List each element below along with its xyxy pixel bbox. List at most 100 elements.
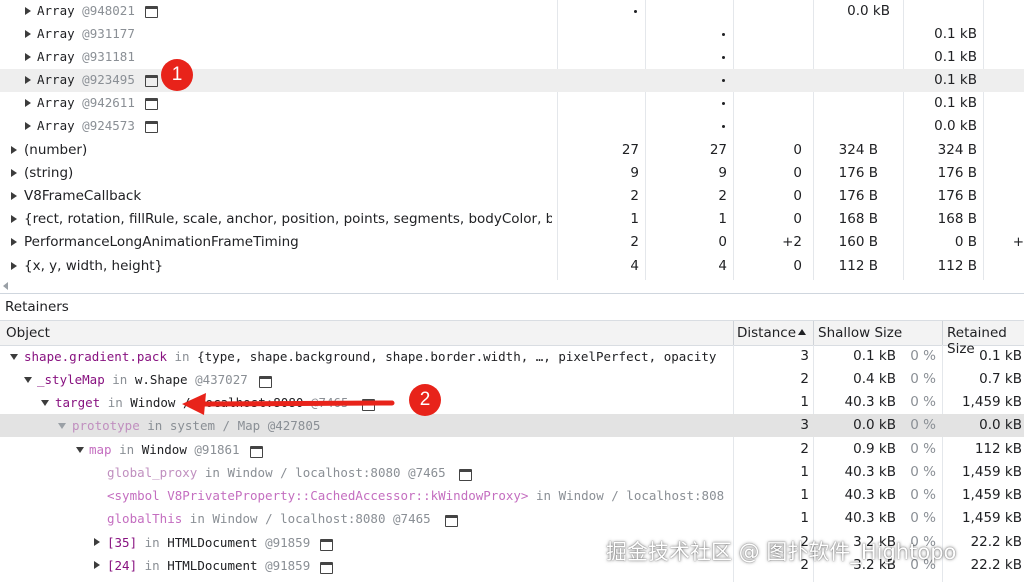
table-row[interactable]: Array @948021 0.0 kB (0, 0, 1024, 23)
retainer-row[interactable]: _styleMap in w.Shape @437027 2 0.4 kB 0 … (0, 368, 1024, 391)
retained-size: 112 kB (974, 441, 1022, 457)
distance-value: 1 (800, 464, 809, 480)
collapse-arrow-icon[interactable] (10, 354, 18, 360)
constructor-row[interactable]: (number) 27 27 0 324 B 324 B (0, 139, 1024, 162)
alloc-size: 176 B (838, 188, 878, 204)
expand-arrow-icon[interactable] (11, 169, 17, 177)
collapse-arrow-icon[interactable] (24, 377, 32, 383)
store-as-global-icon[interactable] (320, 539, 333, 551)
retainers-title: Retainers (5, 299, 69, 315)
expand-arrow-icon[interactable] (11, 146, 17, 154)
object-name: Array @931181 (37, 49, 135, 64)
shallow-size: 0.0 kB (847, 3, 890, 19)
constructor-row[interactable]: V8FrameCallback 2 2 0 176 B 176 B (0, 185, 1024, 208)
store-as-global-icon[interactable] (145, 75, 158, 87)
expand-arrow-icon[interactable] (25, 53, 31, 61)
objects-count: 1 (718, 211, 727, 227)
column-header-distance[interactable]: Distance (737, 325, 807, 341)
shallow-size: 40.3 kB (844, 464, 896, 480)
collapse-arrow-icon[interactable] (76, 447, 84, 453)
table-row-selected[interactable]: Array @923495 0.1 kB (0, 69, 1024, 92)
column-divider[interactable] (733, 321, 734, 345)
retained-size: 0.1 kB (934, 49, 977, 65)
expand-arrow-icon[interactable] (25, 76, 31, 84)
retainer-row-selected[interactable]: prototype in system / Map @427805 3 0.0 … (0, 414, 1024, 437)
freed-size: 168 B (937, 211, 977, 227)
retainer-row[interactable]: global_proxy in Window / localhost:8080 … (0, 461, 1024, 484)
expand-arrow-icon[interactable] (11, 192, 17, 200)
retained-size: 0.0 kB (979, 417, 1022, 433)
store-as-global-icon[interactable] (459, 469, 472, 481)
alloc-size: 176 B (838, 165, 878, 181)
column-divider[interactable] (813, 321, 814, 345)
freed-size: 112 B (937, 258, 977, 274)
dot-marker (722, 79, 725, 82)
retainer-row[interactable]: target in Window / localhost:8080 @7465 … (0, 391, 1024, 414)
expand-arrow-icon[interactable] (25, 99, 31, 107)
panel-splitter[interactable] (0, 293, 1024, 294)
expand-arrow-icon[interactable] (11, 262, 17, 270)
shallow-size: 0.4 kB (853, 371, 896, 387)
retained-size: 0.1 kB (934, 72, 977, 88)
store-as-global-icon[interactable] (320, 562, 333, 574)
retainer-row[interactable]: map in Window @91861 2 0.9 kB 0 % 112 kB (0, 438, 1024, 461)
constructor-row[interactable]: (string) 9 9 0 176 B 176 B (0, 162, 1024, 185)
table-row[interactable]: Array @924573 0.0 kB (0, 115, 1024, 138)
delta-count: 0 (793, 165, 802, 181)
dot-marker (634, 10, 637, 13)
expand-arrow-icon[interactable] (11, 238, 17, 246)
retainer-path: <symbol V8PrivateProperty::CachedAccesso… (107, 488, 725, 503)
distance-value: 2 (630, 188, 639, 204)
distance-value: 2 (800, 371, 809, 387)
horizontal-scrollbar[interactable] (0, 280, 1024, 292)
store-as-global-icon[interactable] (145, 6, 158, 18)
retained-size: 0.1 kB (979, 348, 1022, 364)
constructor-name: PerformanceLongAnimationFrameTiming (24, 234, 299, 250)
retainer-row[interactable]: shape.gradient.pack in {type, shape.back… (0, 345, 1024, 368)
expand-arrow-icon[interactable] (25, 7, 31, 15)
retainer-path: global_proxy in Window / localhost:8080 … (107, 465, 446, 480)
table-row[interactable]: Array @942611 0.1 kB (0, 92, 1024, 115)
collapse-arrow-icon[interactable] (58, 423, 66, 429)
collapse-arrow-icon[interactable] (41, 400, 49, 406)
delta-count: 0 (793, 258, 802, 274)
expand-arrow-icon[interactable] (25, 122, 31, 130)
freed-size: 324 B (937, 142, 977, 158)
store-as-global-icon[interactable] (445, 515, 458, 527)
constructor-name: (string) (24, 165, 74, 181)
distance-value: 1 (800, 510, 809, 526)
shallow-size: 40.3 kB (844, 487, 896, 503)
expand-arrow-icon[interactable] (25, 30, 31, 38)
constructor-row[interactable]: PerformanceLongAnimationFrameTiming 2 0 … (0, 231, 1024, 254)
column-header-object[interactable]: Object (6, 325, 50, 341)
retainers-header: Object Distance Shallow Size Retained Si… (0, 320, 1024, 357)
retainer-row[interactable]: <symbol V8PrivateProperty::CachedAccesso… (0, 484, 1024, 507)
store-as-global-icon[interactable] (250, 446, 263, 458)
shallow-size: 40.3 kB (844, 510, 896, 526)
scroll-left-arrow-icon[interactable] (3, 282, 8, 290)
retainer-row[interactable]: globalThis in Window / localhost:8080 @7… (0, 507, 1024, 530)
store-as-global-icon[interactable] (259, 376, 272, 388)
constructor-row[interactable]: {x, y, width, height} 4 4 0 112 B 112 B (0, 255, 1024, 278)
objects-count: 0 (718, 234, 727, 250)
shallow-size: 40.3 kB (844, 394, 896, 410)
table-row[interactable]: Array @931177 0.1 kB (0, 23, 1024, 46)
column-divider[interactable] (942, 321, 943, 345)
store-as-global-icon[interactable] (145, 98, 158, 110)
freed-size: 176 B (937, 165, 977, 181)
distance-value: 1 (800, 394, 809, 410)
freed-size: 0 B (954, 234, 977, 250)
annotation-badge-1: 1 (161, 59, 193, 91)
constructor-row[interactable]: {rect, rotation, fillRule, scale, anchor… (0, 208, 1024, 231)
store-as-global-icon[interactable] (145, 121, 158, 133)
retainer-path: map in Window @91861 (89, 442, 240, 457)
shallow-percent: 0 % (910, 371, 936, 387)
expand-arrow-icon[interactable] (94, 561, 100, 569)
expand-arrow-icon[interactable] (11, 215, 17, 223)
retained-size: 1,459 kB (961, 464, 1022, 480)
expand-arrow-icon[interactable] (94, 538, 100, 546)
table-row[interactable]: Array @931181 0.1 kB (0, 46, 1024, 69)
objects-count: 2 (718, 188, 727, 204)
shallow-percent: 0 % (910, 348, 936, 364)
column-header-shallow-size[interactable]: Shallow Size (818, 325, 902, 341)
